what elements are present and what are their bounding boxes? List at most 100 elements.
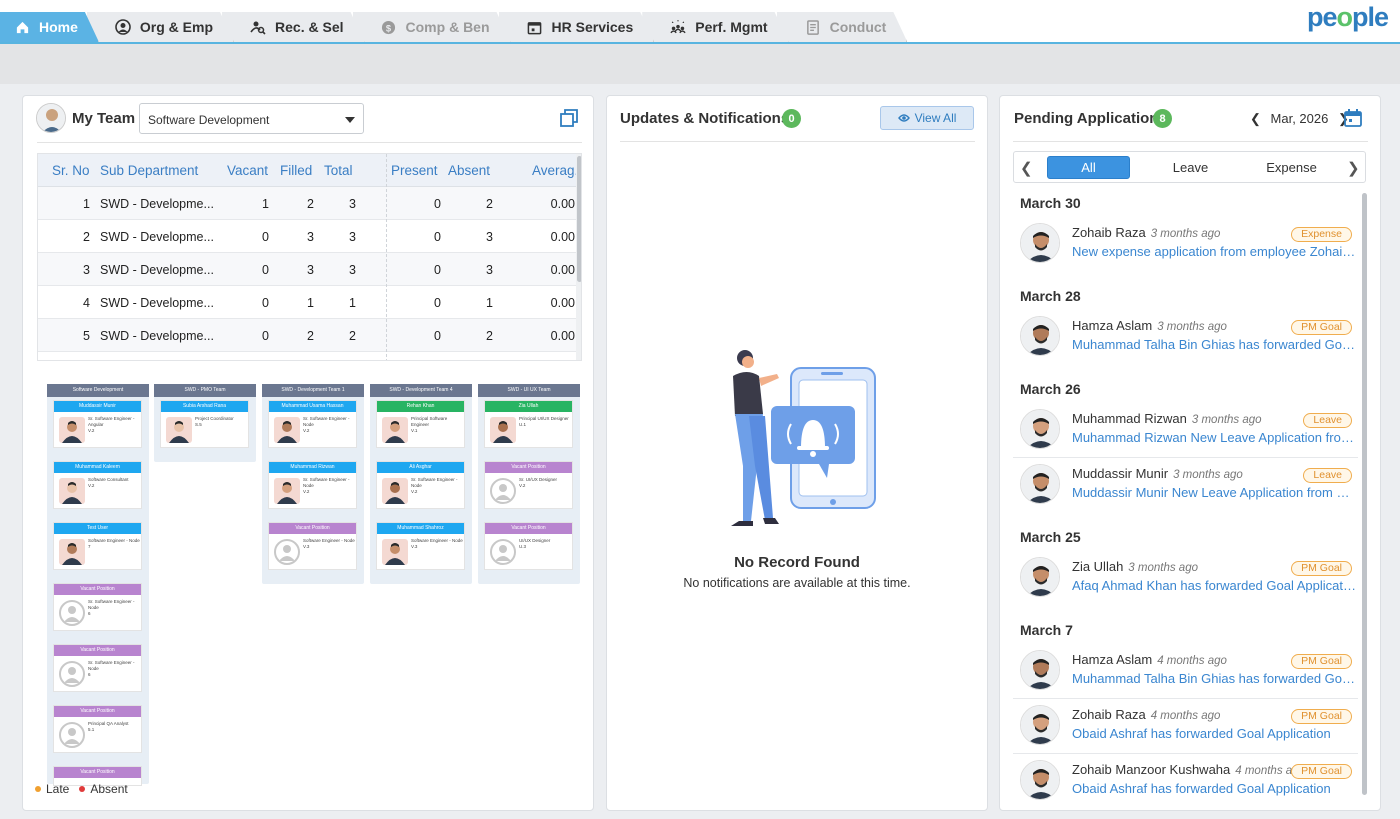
org-member-card[interactable]: Subia Arshad Rana Project Coordinator S.5 [160, 400, 249, 448]
table-row[interactable]: 2 SWD - Developme... 0 3 3 0 3 0.00 [38, 220, 576, 253]
tab-hr-services[interactable]: HR Services [499, 12, 655, 42]
application-type-badge: PM Goal [1291, 709, 1352, 724]
table-row[interactable]: 3 SWD - Developme... 0 3 3 0 3 0.00 [38, 253, 576, 286]
people-logo[interactable]: people [1307, 2, 1389, 33]
org-member-card[interactable]: Rehan Khan Principal Software Engineer V.1 [376, 400, 465, 448]
org-member-card[interactable]: Vacant Position Software Engineer - Node V… [268, 522, 357, 570]
pending-item[interactable]: Muddassir Munir 3 months ago Leave Muddassi… [1013, 458, 1358, 513]
application-message-link[interactable]: Muhammad Rizwan New Leave Application fr… [1072, 430, 1357, 445]
tab-rec-sel[interactable]: Rec. & Sel [222, 12, 364, 42]
legend-absent: Absent [79, 782, 128, 796]
tab-perf-mgmt[interactable]: Perf. Mgmt [642, 12, 788, 42]
org-member-card[interactable]: Vacant Position Sr. Software Engineer - N… [53, 583, 142, 631]
filter-all-button[interactable]: All [1047, 156, 1130, 179]
table-cell: 1 [349, 296, 356, 310]
pending-item[interactable]: Zia Ullah 3 months ago PM Goal Afaq Ahmad K… [1013, 551, 1358, 606]
pending-item[interactable]: Zohaib Raza 3 months ago Expense New expens… [1013, 217, 1358, 272]
pending-item[interactable]: Muhammad Rizwan 3 months ago Leave Muhammad… [1013, 403, 1358, 458]
table-cell: SWD - Developme... [100, 263, 214, 277]
filter-next-chevron-icon[interactable]: ❯ [1347, 159, 1360, 177]
pending-item[interactable]: Zohaib Manzoor Kushwaha 4 months a PM Goal… [1013, 754, 1358, 801]
org-member-card[interactable]: Muddassir Munir Sr. Software Engineer - A… [53, 400, 142, 448]
org-member-card[interactable]: Zia Ullah Principal UI/UX Designer U.1 [484, 400, 573, 448]
member-photo [382, 478, 408, 504]
tab-home[interactable]: Home [0, 12, 99, 42]
sub-header-band [0, 44, 1400, 84]
application-type-badge: PM Goal [1291, 764, 1352, 779]
org-member-role: Sr. Software Engineer - Angular V.2 [88, 416, 140, 434]
employee-name: Zohaib Raza 4 months ago [1072, 707, 1220, 722]
table-cell: 2 [486, 197, 493, 211]
employee-avatar [1020, 760, 1060, 800]
time-ago: 4 months ago [1150, 710, 1221, 722]
org-member-role: Sr. Software Engineer - Node V.2 [303, 477, 355, 495]
tab-conduct[interactable]: Conduct [777, 12, 908, 42]
org-member-card[interactable]: Ali Asghar Sr. Software Engineer - Node V.… [376, 461, 465, 509]
application-type-badge: PM Goal [1291, 654, 1352, 669]
org-member-card[interactable]: Muhammad Usama Hassan Sr. Software Engine… [268, 400, 357, 448]
column-header[interactable]: Sub Department [100, 163, 198, 178]
org-member-card[interactable]: Vacant Position UI/UX Designer U.3 [484, 522, 573, 570]
code-text: V.2 [411, 489, 418, 494]
table-cell: SWD - Developme... [100, 296, 214, 310]
updates-card: Updates & Notifications 0 View All No Re… [606, 95, 988, 811]
code-text: U.1 [519, 422, 527, 427]
org-member-card[interactable]: Vacant Position Sr. UI/UX Designer V.2 [484, 461, 573, 509]
application-message-link[interactable]: Obaid Ashraf has forwarded Goal Applicat… [1072, 726, 1357, 741]
table-row[interactable]: 1 SWD - Developme... 1 2 3 0 2 0.00 [38, 187, 576, 220]
employee-name-text: Zohaib Manzoor Kushwaha [1072, 762, 1231, 777]
pending-list-scrollbar[interactable] [1362, 193, 1367, 795]
pending-item[interactable]: Hamza Aslam 4 months ago PM Goal Muhammad T… [1013, 644, 1358, 699]
filter-expense-button[interactable]: Expense [1250, 156, 1333, 179]
pending-item[interactable]: Zohaib Raza 4 months ago PM Goal Obaid Ashr… [1013, 699, 1358, 754]
pending-item[interactable]: Hamza Aslam 3 months ago PM Goal Muhammad T… [1013, 310, 1358, 365]
column-header[interactable]: Absent [448, 163, 490, 178]
table-cell: 0.00 [550, 329, 575, 343]
view-all-button[interactable]: View All [880, 106, 974, 130]
application-message-link[interactable]: Muhammad Talha Bin Ghias has forwarded G… [1072, 337, 1357, 352]
column-header[interactable]: Filled [280, 163, 312, 178]
home-icon [14, 19, 30, 35]
filter-prev-chevron-icon[interactable]: ❮ [1020, 159, 1033, 177]
table-cell: 0.00 [550, 296, 575, 310]
time-ago: 3 months ago [1128, 562, 1198, 574]
calendar-icon[interactable] [1343, 108, 1363, 128]
column-header[interactable]: Present [391, 163, 438, 178]
org-member-card[interactable]: Muhammad Shahroz Software Engineer - Node… [376, 522, 465, 570]
org-member-card[interactable]: Vacant Position Principal QA Analyst 5.1 [53, 705, 142, 753]
tab-label: Conduct [829, 19, 887, 35]
column-header[interactable]: Total [324, 163, 353, 178]
table-row[interactable]: 4 SWD - Developme... 0 1 1 0 1 0.00 [38, 286, 576, 319]
expand-icon[interactable] [559, 108, 579, 128]
department-select[interactable]: Software Development [139, 103, 364, 134]
table-cell: 1 [486, 296, 493, 310]
member-photo [274, 417, 300, 443]
vacant-user-icon [274, 539, 300, 565]
column-header[interactable]: Sr. No [52, 163, 90, 178]
application-message-link[interactable]: New expense application from employee Zo… [1072, 244, 1357, 259]
tab-org-emp[interactable]: Org & Emp [87, 12, 234, 42]
application-message-link[interactable]: Obaid Ashraf has forwarded Goal Applicat… [1072, 781, 1357, 796]
pending-count-badge: 8 [1153, 109, 1172, 128]
user-avatar [36, 103, 66, 133]
column-header[interactable]: Averag... [532, 163, 581, 178]
employee-name: Zohaib Raza 3 months ago [1072, 225, 1220, 240]
tab-comp-ben[interactable]: $ Comp & Ben [353, 12, 511, 42]
table-cell: 2 [349, 329, 356, 343]
prev-month-chevron-icon[interactable]: ❮ [1250, 111, 1261, 126]
table-scrollbar[interactable] [576, 154, 581, 360]
application-message-link[interactable]: Muhammad Talha Bin Ghias has forwarded G… [1072, 671, 1357, 686]
org-member-name: Vacant Position [485, 523, 572, 534]
module-tabs: Home Org & Emp Rec. & Sel $ Comp & Ben HR Ser… [0, 12, 907, 42]
scrollbar-thumb[interactable] [577, 156, 581, 282]
org-member-card[interactable]: Vacant Position Sr. Software Engineer - N… [53, 644, 142, 692]
org-member-card[interactable]: Muhammad Rizwan Sr. Software Engineer - N… [268, 461, 357, 509]
org-member-card[interactable]: Muhammad Kaleem Software Consultant V.2 [53, 461, 142, 509]
table-cell: 3 [349, 197, 356, 211]
column-header[interactable]: Vacant [227, 163, 268, 178]
table-row[interactable]: 5 SWD - Developme... 0 2 2 0 2 0.00 [38, 319, 576, 352]
application-message-link[interactable]: Muddassir Munir New Leave Application fr… [1072, 485, 1357, 500]
application-message-link[interactable]: Afaq Ahmad Khan has forwarded Goal Appli… [1072, 578, 1357, 593]
org-member-card[interactable]: Test User Software Engineer - Node 7 [53, 522, 142, 570]
filter-leave-button[interactable]: Leave [1149, 156, 1232, 179]
